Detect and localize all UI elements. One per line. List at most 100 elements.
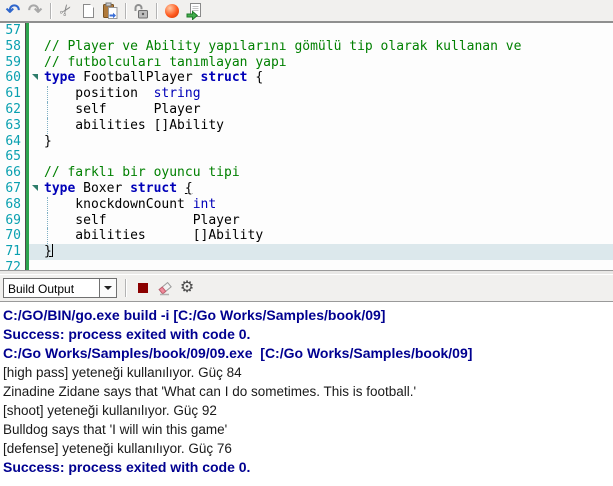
redo-icon: ↷ xyxy=(27,1,43,20)
code-segment-comment: // futbolcuları tanımlayan yapı xyxy=(44,54,287,70)
code-editor[interactable]: 57 58 // Player ve Ability yapılarını gömü… xyxy=(0,23,613,270)
toolbar-separator xyxy=(156,2,157,19)
code-line-58[interactable]: 58 // Player ve Ability yapılarını gömülü… xyxy=(0,38,613,55)
output-line: Bulldog says that 'I will win this game' xyxy=(3,422,228,437)
code-segment-brace: } xyxy=(44,244,52,260)
cut-icon: ✂ xyxy=(55,0,77,21)
gear-icon: ⚙ xyxy=(179,279,195,296)
code-text: // Player ve Ability yapılarını gömülü t… xyxy=(42,39,613,55)
settings-button[interactable]: ⚙ xyxy=(176,278,198,298)
code-text: type FootballPlayer struct { xyxy=(42,70,613,86)
lock-button[interactable] xyxy=(130,1,152,21)
fold-margin xyxy=(29,228,42,244)
code-segment-plain xyxy=(177,181,185,196)
output-view-select[interactable]: Build Output xyxy=(3,278,117,298)
code-text: // futbolcuları tanımlayan yapı xyxy=(42,55,613,71)
record-button[interactable] xyxy=(161,1,183,21)
fold-margin xyxy=(29,260,42,270)
chevron-down-icon[interactable] xyxy=(99,279,116,297)
fold-marker-icon[interactable] xyxy=(32,184,38,191)
code-text: abilities []Ability xyxy=(42,228,613,244)
line-number: 57 xyxy=(0,23,26,39)
code-text: self Player xyxy=(42,212,613,229)
code-segment-type: int xyxy=(192,196,217,212)
undo-icon: ↶ xyxy=(5,1,21,20)
fold-margin xyxy=(29,165,42,181)
file-green-arrow-icon xyxy=(186,2,201,20)
build-output[interactable]: C:/GO/BIN/go.exe build -i [C:/Go Works/S… xyxy=(0,302,613,486)
code-line-66[interactable]: 66 // farklı bir oyuncu tipi xyxy=(0,165,613,181)
output-line: [high pass] yeteneği kullanılıyor. Güç 8… xyxy=(3,365,242,380)
redo-button[interactable]: ↷ xyxy=(24,1,46,21)
code-segment-plain: position xyxy=(44,86,154,102)
undo-button[interactable]: ↶ xyxy=(2,1,24,21)
fold-margin xyxy=(29,213,42,229)
output-view-select-value: Build Output xyxy=(8,282,75,296)
code-line-59[interactable]: 59 // futbolcuları tanımlayan yapı xyxy=(0,54,613,71)
output-line: Zinadine Zidane says that 'What can I do… xyxy=(3,384,417,399)
panel-separator xyxy=(125,279,126,297)
cut-button[interactable]: ✂ xyxy=(55,0,77,21)
toolbar-separator xyxy=(50,2,51,19)
code-segment-keyword: type xyxy=(44,180,76,196)
fold-margin xyxy=(29,197,42,213)
code-line-70[interactable]: 70 abilities []Ability xyxy=(0,228,613,245)
fold-margin xyxy=(29,86,42,102)
stop-button[interactable] xyxy=(132,278,154,298)
code-text: abilities []Ability xyxy=(42,117,613,134)
eraser-icon xyxy=(158,281,172,296)
output-line: [shoot] yeteneği kullanılıyor. Güç 92 xyxy=(3,403,217,418)
line-number: 63 xyxy=(0,117,26,134)
toolbar: ↶ ↷ ✂ xyxy=(0,0,613,23)
output-line: Success: process exited with code 0. xyxy=(3,326,251,342)
run-file-button[interactable] xyxy=(183,1,205,21)
code-line-63[interactable]: 63 abilities []Ability xyxy=(0,117,613,134)
code-segment-keyword: type xyxy=(44,70,76,86)
code-segment-plain: knockdownCount xyxy=(44,196,193,212)
code-segment-brace: { xyxy=(184,180,193,196)
code-line-65[interactable]: 65 xyxy=(0,149,613,166)
code-text: } xyxy=(42,244,613,260)
code-line-61[interactable]: 61 position string xyxy=(0,86,613,102)
fold-marker-icon[interactable] xyxy=(32,74,38,81)
code-line-67[interactable]: 67 type Boxer struct { xyxy=(0,180,613,197)
fold-margin xyxy=(29,39,42,55)
code-line-62[interactable]: 62 self Player xyxy=(0,101,613,118)
code-line-71[interactable]: 71} xyxy=(0,244,613,260)
line-number: 71 xyxy=(0,244,26,260)
unlock-icon xyxy=(134,3,148,18)
code-text: // farklı bir oyuncu tipi xyxy=(42,165,613,181)
clear-output-button[interactable] xyxy=(154,278,176,298)
code-segment-plain: abilities []Ability xyxy=(44,228,264,244)
fold-margin xyxy=(29,118,42,134)
fold-margin xyxy=(29,181,42,197)
code-line-60[interactable]: 60 type FootballPlayer struct { xyxy=(0,70,613,87)
toolbar-separator xyxy=(125,2,126,19)
code-segment-plain: abilities []Ability xyxy=(44,117,225,133)
copy-button[interactable] xyxy=(77,1,99,21)
fold-margin xyxy=(29,134,42,150)
code-segment-plain: FootballPlayer xyxy=(75,70,201,86)
code-line-57[interactable]: 57 xyxy=(0,23,613,39)
code-text: knockdownCount int xyxy=(42,196,613,213)
code-segment-comment: // farklı bir oyuncu tipi xyxy=(44,165,240,181)
paste-button[interactable] xyxy=(99,1,121,21)
line-number: 62 xyxy=(0,101,26,118)
paste-icon xyxy=(103,2,118,19)
code-line-64[interactable]: 64} xyxy=(0,133,613,150)
code-segment-type: string xyxy=(153,86,201,102)
code-line-68[interactable]: 68 knockdownCount int xyxy=(0,196,613,213)
code-line-72[interactable]: 72 xyxy=(0,259,613,270)
code-line-69[interactable]: 69 self Player xyxy=(0,212,613,229)
code-text: self Player xyxy=(42,101,613,118)
fold-margin xyxy=(29,55,42,71)
red-ball-icon xyxy=(165,3,179,18)
output-line: C:/GO/BIN/go.exe build -i [C:/Go Works/S… xyxy=(3,307,386,323)
code-segment-comment: // Player ve Ability yapılarını gömülü t… xyxy=(44,38,522,54)
line-number: 72 xyxy=(0,259,26,270)
line-number: 60 xyxy=(0,70,26,87)
code-segment-plain: { xyxy=(247,70,264,86)
line-number: 66 xyxy=(0,165,26,181)
line-number: 67 xyxy=(0,180,26,197)
